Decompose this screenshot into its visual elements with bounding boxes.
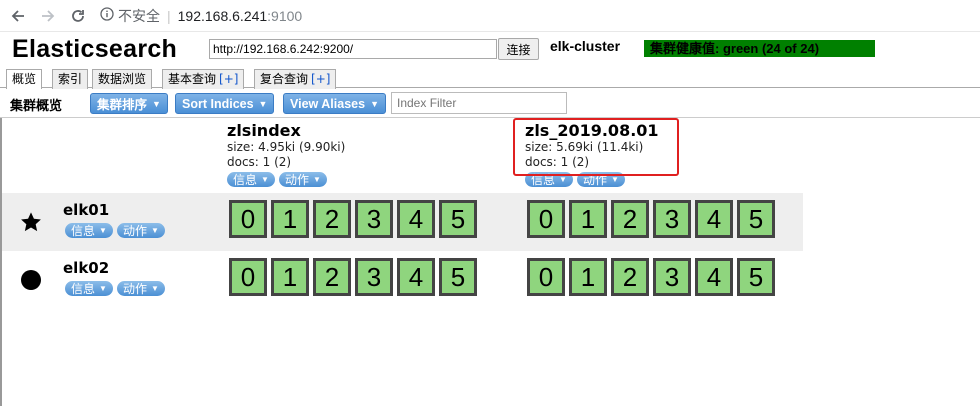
insecure-label: 不安全 bbox=[118, 7, 160, 24]
shard[interactable]: 1 bbox=[271, 200, 309, 238]
shard[interactable]: 3 bbox=[653, 258, 691, 296]
node-info-button[interactable]: 信息 ▼ bbox=[65, 281, 113, 296]
shard-group: 0 1 2 3 4 5 bbox=[229, 200, 481, 238]
shard[interactable]: 4 bbox=[397, 258, 435, 296]
shard[interactable]: 0 bbox=[229, 200, 267, 238]
sort-indices-button[interactable]: Sort Indices ▼ bbox=[175, 93, 275, 114]
highlight-box bbox=[513, 118, 679, 176]
index-name: zlsindex bbox=[227, 121, 301, 140]
chevron-down-icon: ▼ bbox=[99, 226, 107, 235]
shard[interactable]: 3 bbox=[653, 200, 691, 238]
index-docs: docs: 1 (2) bbox=[227, 155, 292, 169]
button-label: View Aliases bbox=[290, 96, 366, 111]
button-label: 动作 bbox=[284, 173, 309, 187]
tab-basic-query[interactable]: 基本查询 [+] bbox=[162, 69, 245, 89]
shard[interactable]: 2 bbox=[313, 200, 351, 238]
app-header: Elasticsearch 连接 elk-cluster 集群健康值: gree… bbox=[0, 32, 980, 66]
star-icon bbox=[20, 211, 42, 233]
cluster-name: elk-cluster bbox=[550, 38, 621, 54]
shard[interactable]: 1 bbox=[569, 200, 607, 238]
shard[interactable]: 0 bbox=[527, 258, 565, 296]
node-action-button[interactable]: 动作 ▼ bbox=[116, 223, 165, 238]
reload-icon[interactable] bbox=[66, 4, 90, 28]
tab-overview[interactable]: 概览 bbox=[6, 69, 43, 89]
tab-label: 概览 bbox=[12, 72, 37, 86]
button-label: Sort Indices bbox=[182, 96, 254, 111]
chevron-down-icon: ▼ bbox=[150, 226, 159, 235]
connect-button[interactable]: 连接 bbox=[498, 38, 539, 60]
tab-compound-query[interactable]: 复合查询 [+] bbox=[254, 69, 337, 89]
address-bar[interactable]: 不安全 | 192.168.6.241 :9100 bbox=[100, 6, 302, 26]
chevron-down-icon: ▼ bbox=[261, 175, 269, 184]
tab-label: 索引 bbox=[58, 72, 83, 86]
tab-browser[interactable]: 数据浏览 bbox=[92, 69, 153, 89]
tab-label: 复合查询 bbox=[260, 72, 309, 86]
button-label: 动作 bbox=[122, 282, 147, 296]
chevron-down-icon: ▼ bbox=[312, 175, 321, 184]
shard[interactable]: 5 bbox=[439, 200, 477, 238]
chevron-down-icon: ▼ bbox=[258, 98, 268, 109]
tab-indices[interactable]: 索引 bbox=[52, 69, 89, 89]
shard[interactable]: 1 bbox=[569, 258, 607, 296]
shard[interactable]: 2 bbox=[611, 200, 649, 238]
node-name: elk01 bbox=[63, 201, 110, 219]
button-label: 集群排序 bbox=[97, 98, 148, 112]
chevron-down-icon: ▼ bbox=[610, 175, 619, 184]
shard[interactable]: 5 bbox=[439, 258, 477, 296]
address-separator: | bbox=[167, 7, 171, 24]
cluster-health-badge: 集群健康值: green (24 of 24) bbox=[644, 40, 875, 57]
node-info-button[interactable]: 信息 ▼ bbox=[65, 223, 113, 238]
info-icon[interactable] bbox=[100, 7, 114, 24]
browser-toolbar: 不安全 | 192.168.6.241 :9100 bbox=[0, 0, 980, 32]
button-label: 信息 bbox=[233, 173, 258, 187]
shard[interactable]: 1 bbox=[271, 258, 309, 296]
overview-title: 集群概览 bbox=[10, 99, 63, 114]
chevron-down-icon: ▼ bbox=[152, 98, 161, 109]
shard[interactable]: 0 bbox=[527, 200, 565, 238]
cluster-overview: zlsindex size: 4.95ki (9.90ki) docs: 1 (… bbox=[0, 118, 980, 406]
button-label: 信息 bbox=[71, 282, 96, 296]
shard[interactable]: 2 bbox=[313, 258, 351, 296]
button-label: 动作 bbox=[122, 224, 147, 238]
chevron-down-icon: ▼ bbox=[150, 284, 159, 293]
cluster-url-input[interactable] bbox=[209, 39, 497, 59]
shard[interactable]: 4 bbox=[695, 200, 733, 238]
index-filter-input[interactable] bbox=[391, 92, 567, 114]
shard[interactable]: 3 bbox=[355, 200, 393, 238]
app-logo: Elasticsearch bbox=[12, 35, 178, 63]
shard[interactable]: 4 bbox=[397, 200, 435, 238]
chevron-down-icon: ▼ bbox=[99, 284, 107, 293]
shard[interactable]: 4 bbox=[695, 258, 733, 296]
shard[interactable]: 2 bbox=[611, 258, 649, 296]
tab-add[interactable]: [+] bbox=[311, 72, 330, 86]
tab-label: 基本查询 bbox=[168, 72, 217, 86]
chevron-down-icon: ▼ bbox=[370, 98, 379, 109]
shard[interactable]: 3 bbox=[355, 258, 393, 296]
chevron-down-icon: ▼ bbox=[559, 175, 567, 184]
overview-toolbar: 集群概览 集群排序 ▼ Sort Indices ▼ View Aliases ▼ bbox=[0, 88, 980, 118]
circle-icon bbox=[20, 269, 42, 291]
address-host: 192.168.6.241 bbox=[177, 7, 268, 24]
shard-group: 0 1 2 3 4 5 bbox=[229, 258, 481, 296]
index-header: zlsindex size: 4.95ki (9.90ki) docs: 1 (… bbox=[227, 121, 345, 187]
index-action-button[interactable]: 动作 ▼ bbox=[278, 172, 327, 187]
main-tabs: 概览 索引 数据浏览 基本查询 [+] 复合查询 [+] bbox=[0, 66, 980, 89]
shard-group: 0 1 2 3 4 5 bbox=[527, 200, 779, 238]
index-size: size: 4.95ki (9.90ki) bbox=[227, 140, 346, 154]
tab-label: 数据浏览 bbox=[98, 72, 147, 86]
view-aliases-button[interactable]: View Aliases ▼ bbox=[283, 93, 386, 114]
shard[interactable]: 5 bbox=[737, 200, 775, 238]
node-name: elk02 bbox=[63, 259, 110, 277]
shard[interactable]: 5 bbox=[737, 258, 775, 296]
tab-add[interactable]: [+] bbox=[219, 72, 238, 86]
node-action-button[interactable]: 动作 ▼ bbox=[116, 281, 165, 296]
button-label: 信息 bbox=[71, 224, 96, 238]
shard[interactable]: 0 bbox=[229, 258, 267, 296]
back-arrow-icon[interactable] bbox=[6, 4, 30, 28]
forward-arrow-icon[interactable] bbox=[36, 4, 60, 28]
index-info-button[interactable]: 信息 ▼ bbox=[227, 172, 275, 187]
cluster-sort-button[interactable]: 集群排序 ▼ bbox=[90, 93, 168, 114]
shard-group: 0 1 2 3 4 5 bbox=[527, 258, 779, 296]
address-port: :9100 bbox=[267, 7, 303, 24]
